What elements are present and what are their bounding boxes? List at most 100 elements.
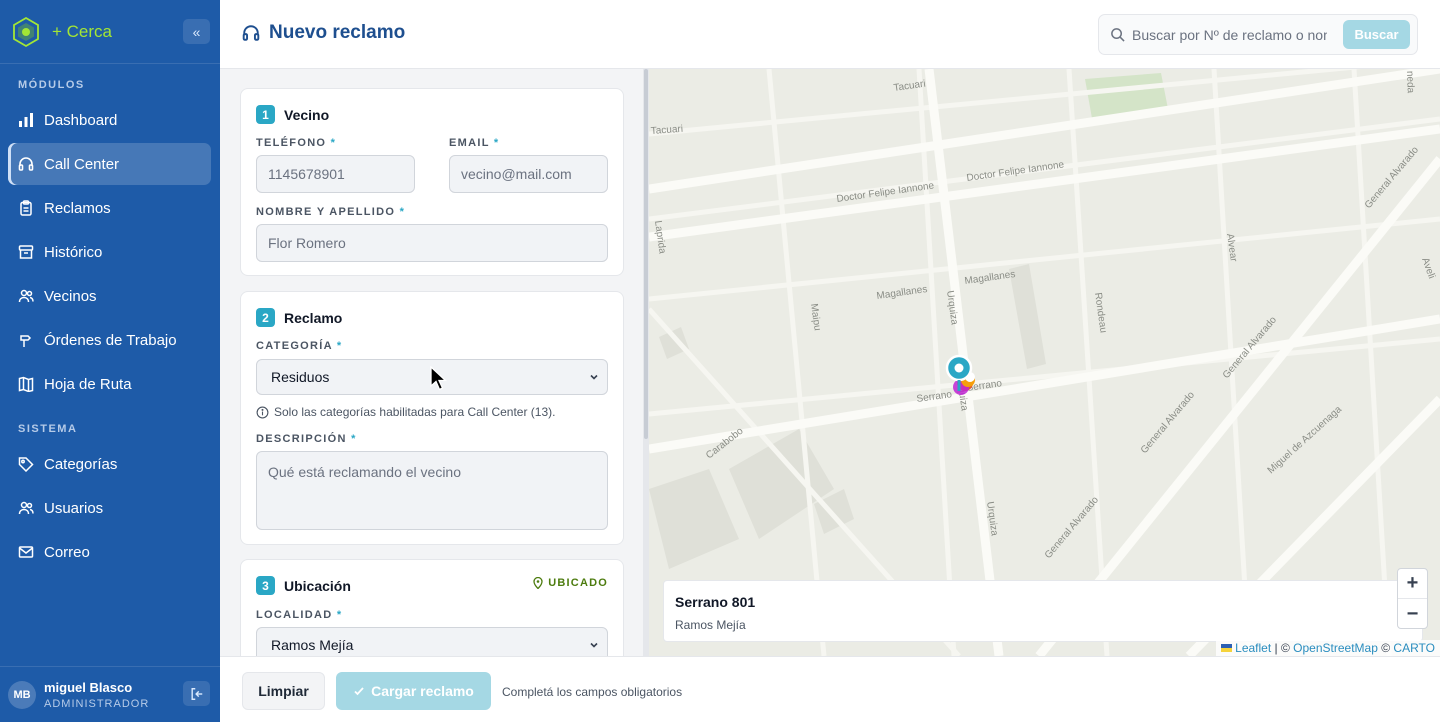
- section-system: SISTEMA: [18, 423, 78, 435]
- map-tiles: Tacuari Tacuari Doctor Felipe Iannone Do…: [649, 69, 1440, 656]
- card-reclamo-header: 2 Reclamo: [256, 308, 342, 327]
- chevron-down-icon: [588, 639, 600, 651]
- hammer-icon: [17, 331, 35, 349]
- sidebar: + Cerca « MÓDULOS Dashboard Call Center …: [0, 0, 220, 722]
- search-input[interactable]: [1132, 26, 1327, 43]
- chevron-down-icon: [588, 371, 600, 383]
- search-icon: [1110, 27, 1125, 42]
- clipboard-icon: [17, 199, 35, 217]
- form-footer: Limpiar Cargar reclamo Completá los camp…: [220, 656, 1440, 722]
- sidebar-item-label: Correo: [44, 543, 90, 561]
- bar-chart-icon: [17, 111, 35, 129]
- sidebar-item-label: Reclamos: [44, 199, 111, 217]
- map-icon: [17, 375, 35, 393]
- phone-label: TELÉFONO *: [256, 137, 337, 149]
- archive-icon: [17, 243, 35, 261]
- mouse-cursor-icon: [430, 366, 448, 391]
- step-badge: 3: [256, 576, 275, 595]
- card-vecino-header: 1 Vecino: [256, 105, 329, 124]
- submit-claim-button[interactable]: Cargar reclamo: [336, 672, 491, 710]
- brand-name: + Cerca: [52, 21, 112, 41]
- user-panel: MB miguel Blasco ADMINISTRADOR: [0, 666, 220, 722]
- headset-icon: [17, 155, 35, 173]
- sidebar-item-call-center[interactable]: Call Center: [8, 143, 211, 185]
- description-textarea[interactable]: Qué está reclamando el vecino: [256, 451, 608, 530]
- locality-value: Ramos Mejía: [271, 637, 354, 653]
- footer-message: Completá los campos obligatorios: [502, 685, 683, 699]
- logo-icon: [13, 16, 39, 47]
- category-value: Residuos: [271, 369, 330, 385]
- address-locality: Ramos Mejía: [675, 618, 746, 632]
- email-field[interactable]: vecino@mail.com: [449, 155, 608, 193]
- name-field[interactable]: Flor Romero: [256, 224, 608, 262]
- sidebar-item-label: Categorías: [44, 455, 118, 473]
- users-icon: [17, 287, 35, 305]
- sidebar-item-label: Usuarios: [44, 499, 104, 517]
- sidebar-item-usuarios[interactable]: Usuarios: [8, 487, 211, 529]
- logout-button[interactable]: [183, 681, 210, 706]
- sidebar-item-categorias[interactable]: Categorías: [8, 443, 211, 485]
- locality-select[interactable]: Ramos Mejía: [256, 627, 608, 656]
- zoom-in-button[interactable]: +: [1398, 569, 1427, 599]
- card-vecino: 1 Vecino TELÉFONO * 1145678901 EMAIL * v…: [240, 88, 624, 276]
- sidebar-item-vecinos[interactable]: Vecinos: [8, 275, 211, 317]
- search-button[interactable]: Buscar: [1343, 20, 1410, 49]
- user-role: ADMINISTRADOR: [44, 697, 150, 710]
- search-box: Buscar: [1098, 14, 1418, 55]
- card-reclamo: 2 Reclamo CATEGORÍA * Residuos Solo las …: [240, 291, 624, 545]
- street-label: neda: [1404, 71, 1416, 94]
- card-title: Ubicación: [284, 577, 351, 594]
- step-badge: 1: [256, 105, 275, 124]
- page-title: Nuevo reclamo: [242, 22, 405, 44]
- map[interactable]: Tacuari Tacuari Doctor Felipe Iannone Do…: [649, 69, 1440, 656]
- claim-form: 1 Vecino TELÉFONO * 1145678901 EMAIL * v…: [220, 69, 644, 656]
- zoom-control: + −: [1397, 568, 1428, 629]
- user-name: miguel Blasco: [44, 679, 133, 695]
- category-label: CATEGORÍA *: [256, 340, 343, 352]
- address-title: Serrano 801: [675, 594, 756, 610]
- sidebar-item-label: Vecinos: [44, 287, 97, 305]
- collapse-sidebar-button[interactable]: «: [183, 19, 210, 44]
- name-label: NOMBRE Y APELLIDO *: [256, 206, 406, 218]
- tag-icon: [17, 455, 35, 473]
- sidebar-item-hoja-de-ruta[interactable]: Hoja de Ruta: [8, 363, 211, 405]
- mail-icon: [17, 543, 35, 561]
- description-label: DESCRIPCIÓN *: [256, 433, 357, 445]
- category-hint: Solo las categorías habilitadas para Cal…: [256, 405, 555, 419]
- double-chevron-left-icon: «: [192, 23, 201, 40]
- sidebar-item-correo[interactable]: Correo: [8, 531, 211, 573]
- osm-link[interactable]: OpenStreetMap: [1293, 641, 1378, 655]
- locality-label: LOCALIDAD *: [256, 609, 343, 621]
- section-modules: MÓDULOS: [18, 79, 85, 91]
- sidebar-item-label: Dashboard: [44, 111, 118, 129]
- sidebar-item-dashboard[interactable]: Dashboard: [8, 99, 211, 141]
- users-icon: [17, 499, 35, 517]
- ukraine-flag-icon: [1221, 644, 1233, 652]
- map-attribution: Leaflet | © OpenStreetMap © CARTO: [1216, 640, 1440, 656]
- top-header: Nuevo reclamo Buscar: [220, 0, 1440, 69]
- leaflet-link[interactable]: Leaflet: [1235, 641, 1271, 655]
- sidebar-item-historico[interactable]: Histórico: [8, 231, 211, 273]
- sidebar-item-label: Histórico: [44, 243, 103, 261]
- brand: + Cerca «: [0, 0, 220, 64]
- sidebar-item-reclamos[interactable]: Reclamos: [8, 187, 211, 229]
- phone-field[interactable]: 1145678901: [256, 155, 415, 193]
- email-label: EMAIL *: [449, 137, 500, 149]
- logout-icon: [190, 687, 202, 700]
- scrollbar-thumb[interactable]: [644, 69, 648, 439]
- card-title: Vecino: [284, 106, 330, 123]
- sidebar-item-label: Hoja de Ruta: [44, 375, 132, 393]
- sidebar-item-ordenes[interactable]: Órdenes de Trabajo: [8, 319, 211, 361]
- headset-icon: [242, 24, 260, 42]
- zoom-out-button[interactable]: −: [1398, 599, 1427, 629]
- sidebar-item-label: Órdenes de Trabajo: [44, 331, 177, 349]
- sidebar-item-label: Call Center: [44, 155, 120, 173]
- avatar: MB: [8, 680, 36, 709]
- address-card: Serrano 801 Ramos Mejía: [663, 580, 1423, 642]
- step-badge: 2: [256, 308, 275, 327]
- check-icon: [353, 685, 365, 697]
- clear-button[interactable]: Limpiar: [242, 672, 325, 710]
- located-status-badge: UBICADO: [533, 577, 608, 589]
- card-ubicacion: 3 Ubicación UBICADO LOCALIDAD * Ramos Me…: [240, 559, 624, 656]
- carto-link[interactable]: CARTO: [1393, 641, 1435, 655]
